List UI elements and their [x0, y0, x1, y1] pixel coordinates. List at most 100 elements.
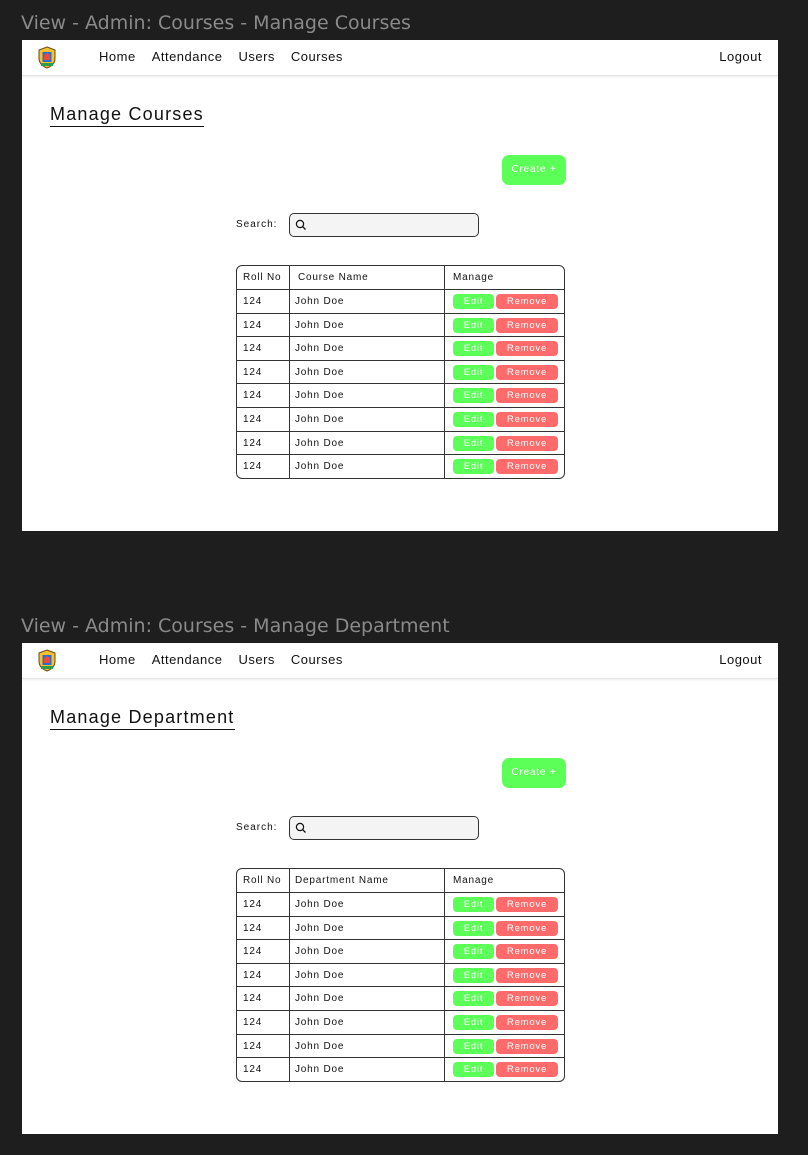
cell-roll: 124 [243, 946, 263, 958]
edit-button[interactable]: Edit [453, 897, 494, 912]
edit-button[interactable]: Edit [453, 364, 494, 380]
header-manage: Manage [453, 875, 494, 886]
remove-button[interactable]: Remove [496, 435, 558, 451]
remove-button[interactable]: Remove [496, 944, 558, 960]
nav-home[interactable]: Home [99, 652, 136, 667]
nav-attendance[interactable]: Attendance [152, 49, 223, 64]
cell-name: John Doe [295, 946, 345, 958]
remove-button[interactable]: Remove [496, 388, 558, 404]
search-label: Search: [236, 219, 278, 230]
table-row: 124 John Doe Edit Remove [237, 406, 564, 431]
cell-roll: 124 [243, 437, 263, 449]
remove-button[interactable]: Remove [496, 459, 558, 475]
edit-button[interactable]: Edit [453, 1062, 494, 1078]
nav-courses[interactable]: Courses [291, 652, 343, 667]
remove-button[interactable]: Remove [496, 317, 558, 333]
table-row: 124 John Doe Edit Remove [237, 336, 564, 360]
cell-roll: 124 [243, 343, 263, 355]
remove-button[interactable]: Remove [496, 920, 558, 936]
header-department-name: Department Name [295, 875, 389, 886]
logout-link[interactable]: Logout [719, 49, 762, 64]
cell-name: John Doe [295, 922, 345, 934]
edit-button[interactable]: Edit [453, 435, 494, 451]
table-row: 124 John Doe Edit Remove [237, 312, 564, 337]
table-row: 124 John Doe Edit Remove [237, 383, 564, 407]
nav-users[interactable]: Users [238, 49, 274, 64]
navbar: Home Attendance Users Courses Logout [22, 40, 778, 76]
search-input[interactable] [289, 816, 479, 840]
edit-button[interactable]: Edit [453, 341, 494, 357]
frame-manage-department: Home Attendance Users Courses Logout Man… [22, 643, 778, 1134]
cell-name: John Doe [295, 461, 345, 473]
remove-button[interactable]: Remove [496, 897, 558, 912]
remove-button[interactable]: Remove [496, 411, 558, 427]
nav-home[interactable]: Home [99, 49, 136, 64]
header-roll-no: Roll No [243, 875, 282, 886]
cell-roll: 124 [243, 1016, 263, 1028]
logout-link[interactable]: Logout [719, 652, 762, 667]
cell-name: John Doe [295, 993, 345, 1005]
remove-button[interactable]: Remove [496, 341, 558, 357]
search-icon [295, 822, 306, 833]
edit-button[interactable]: Edit [453, 411, 494, 427]
nav-attendance[interactable]: Attendance [152, 652, 223, 667]
page-title: Manage Department [50, 707, 235, 730]
cell-name: John Doe [295, 899, 345, 910]
remove-button[interactable]: Remove [496, 1062, 558, 1078]
header-roll-no: Roll No [243, 272, 282, 283]
cell-name: John Doe [295, 1064, 345, 1076]
cell-name: John Doe [295, 1040, 345, 1052]
header-course-name: Course Name [298, 272, 369, 283]
remove-button[interactable]: Remove [496, 294, 558, 309]
table-row: 124 John Doe Edit Remove [237, 359, 564, 384]
search-label: Search: [236, 822, 278, 833]
table-row: 124 John Doe Edit Remove [237, 430, 564, 455]
departments-table: Roll No Department Name Manage 124 John … [236, 868, 565, 1082]
create-button[interactable]: Create + [502, 155, 566, 185]
university-crest-icon[interactable] [37, 649, 57, 672]
cell-roll: 124 [243, 969, 263, 981]
table-row: 124 John Doe Edit Remove [237, 289, 564, 313]
edit-button[interactable]: Edit [453, 388, 494, 404]
edit-button[interactable]: Edit [453, 459, 494, 475]
nav-menu: Home Attendance Users Courses [99, 652, 359, 667]
nav-courses[interactable]: Courses [291, 49, 343, 64]
table-row: 124 John Doe Edit Remove [237, 939, 564, 963]
cell-name: John Doe [295, 319, 345, 331]
cell-name: John Doe [295, 390, 345, 402]
cell-roll: 124 [243, 1064, 263, 1076]
edit-button[interactable]: Edit [453, 317, 494, 333]
table-header: Roll No Department Name Manage [237, 869, 564, 892]
search-icon [295, 219, 306, 230]
cell-name: John Doe [295, 296, 345, 307]
table-row: 124 John Doe Edit Remove [237, 892, 564, 916]
table-row: 124 John Doe Edit Remove [237, 915, 564, 940]
edit-button[interactable]: Edit [453, 1014, 494, 1030]
frame-label: View - Admin: Courses - Manage Courses [21, 12, 411, 34]
search-input[interactable] [289, 213, 479, 237]
edit-button[interactable]: Edit [453, 967, 494, 983]
cell-roll: 124 [243, 993, 263, 1005]
cell-name: John Doe [295, 969, 345, 981]
edit-button[interactable]: Edit [453, 1038, 494, 1054]
create-button[interactable]: Create + [502, 758, 566, 788]
cell-name: John Doe [295, 1016, 345, 1028]
cell-roll: 124 [243, 922, 263, 934]
cell-roll: 124 [243, 413, 263, 425]
remove-button[interactable]: Remove [496, 1014, 558, 1030]
cell-roll: 124 [243, 366, 263, 378]
cell-roll: 124 [243, 461, 263, 473]
edit-button[interactable]: Edit [453, 294, 494, 309]
table-row: 124 John Doe Edit Remove [237, 1009, 564, 1034]
remove-button[interactable]: Remove [496, 364, 558, 380]
remove-button[interactable]: Remove [496, 1038, 558, 1054]
edit-button[interactable]: Edit [453, 944, 494, 960]
edit-button[interactable]: Edit [453, 991, 494, 1007]
remove-button[interactable]: Remove [496, 967, 558, 983]
remove-button[interactable]: Remove [496, 991, 558, 1007]
table-row: 124 John Doe Edit Remove [237, 1033, 564, 1058]
table-row: 124 John Doe Edit Remove [237, 986, 564, 1010]
edit-button[interactable]: Edit [453, 920, 494, 936]
university-crest-icon[interactable] [37, 46, 57, 69]
nav-users[interactable]: Users [238, 652, 274, 667]
